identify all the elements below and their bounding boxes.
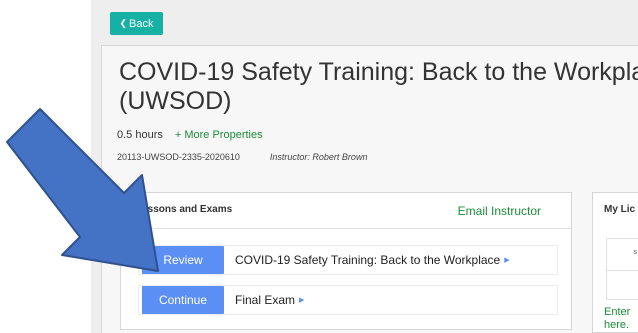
lesson-name[interactable]: COVID-19 Safety Training: Back to the Wo…	[235, 253, 510, 267]
license-link-line-1: Enter	[604, 306, 631, 318]
license-table-text: s	[633, 249, 638, 256]
exam-name-label: Final Exam	[235, 293, 296, 307]
course-instructor: Instructor: Robert Brown	[269, 152, 368, 162]
my-licenses-card: My Lic s Enter here.	[592, 192, 638, 333]
caret-right-icon: ▶	[504, 257, 510, 264]
caret-right-icon: ▶	[299, 297, 305, 304]
license-table-divider	[607, 270, 638, 271]
my-licenses-title: My Lic	[604, 204, 636, 215]
arrow-down-right-icon	[6, 108, 159, 272]
email-instructor-link[interactable]: Email Instructor	[458, 204, 541, 218]
lesson-name-label: COVID-19 Safety Training: Back to the Wo…	[235, 253, 501, 267]
continue-button[interactable]: Continue	[142, 286, 224, 314]
exam-name[interactable]: Final Exam ▶	[235, 293, 304, 307]
lesson-row: Review COVID-19 Safety Training: Back to…	[138, 245, 558, 275]
license-table: s	[606, 238, 638, 300]
license-enter-link[interactable]: Enter here.	[604, 306, 630, 332]
license-link-line-2: here.	[604, 319, 630, 331]
exam-row: Continue Final Exam ▶	[138, 285, 558, 315]
